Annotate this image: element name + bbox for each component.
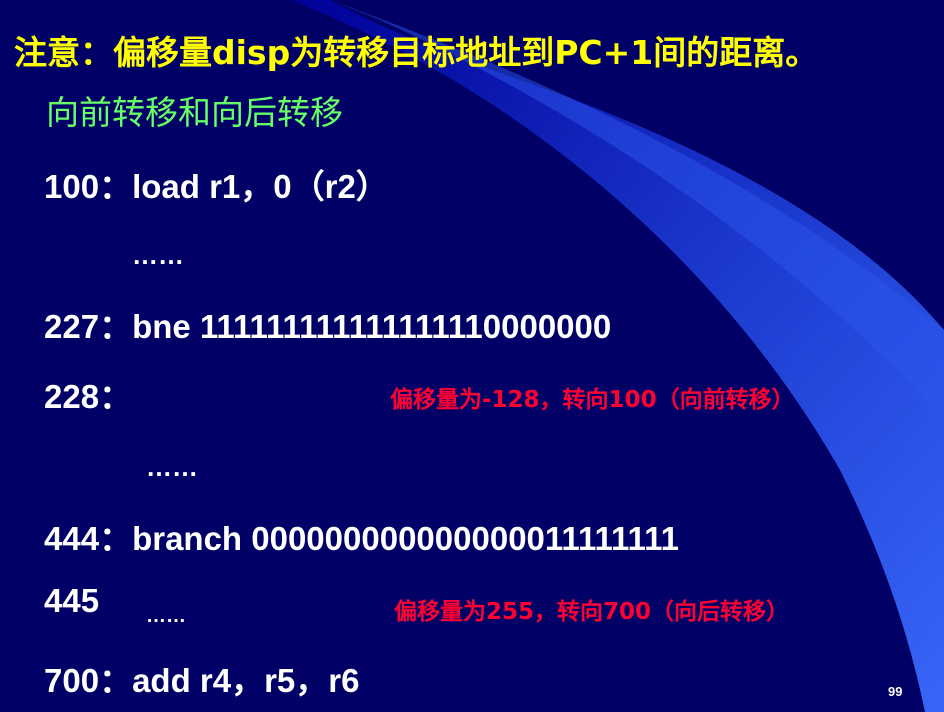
page-number: 99 — [888, 684, 903, 699]
ellipsis-2: …… — [146, 452, 198, 482]
address: 227 — [44, 308, 100, 345]
instruction: branch 000000000000000011111111 — [132, 520, 679, 557]
separator: ： — [99, 519, 133, 558]
slide-title: 注意：偏移量disp为转移目标地址到PC+1间的距离。 — [14, 33, 819, 72]
code-line-444: 444：branch 000000000000000011111111 — [44, 512, 679, 560]
slide-subtitle: 向前转移和向后转移 — [46, 93, 343, 132]
address: 228 — [44, 378, 100, 415]
ellipsis-3: …… — [146, 605, 186, 627]
slide: 注意：偏移量disp为转移目标地址到PC+1间的距离。 向前转移和向后转移 10… — [0, 0, 944, 712]
separator: ： — [99, 661, 133, 700]
instruction: bne 111111111111111110000000 — [132, 308, 612, 345]
address: 100 — [44, 168, 100, 205]
note-backward-jump: 偏移量为255，转向700（向后转移） — [394, 599, 790, 625]
code-line-445: 445 — [44, 582, 99, 620]
separator: ： — [99, 167, 133, 206]
address: 700 — [44, 662, 100, 699]
ellipsis-1: …… — [132, 240, 184, 270]
address: 444 — [44, 520, 100, 557]
instruction: add r4，r5，r6 — [132, 662, 360, 699]
note-forward-jump: 偏移量为-128，转向100（向前转移） — [390, 387, 795, 413]
separator: ： — [99, 377, 133, 416]
code-line-700: 700：add r4，r5，r6 — [44, 654, 360, 702]
code-line-227: 227：bne 111111111111111110000000 — [44, 300, 611, 348]
address: 445 — [44, 582, 100, 619]
instruction: load r1，0（r2） — [132, 168, 389, 205]
code-line-100: 100：load r1，0（r2） — [44, 160, 389, 208]
code-line-228: 228： — [44, 370, 132, 418]
separator: ： — [99, 307, 133, 346]
